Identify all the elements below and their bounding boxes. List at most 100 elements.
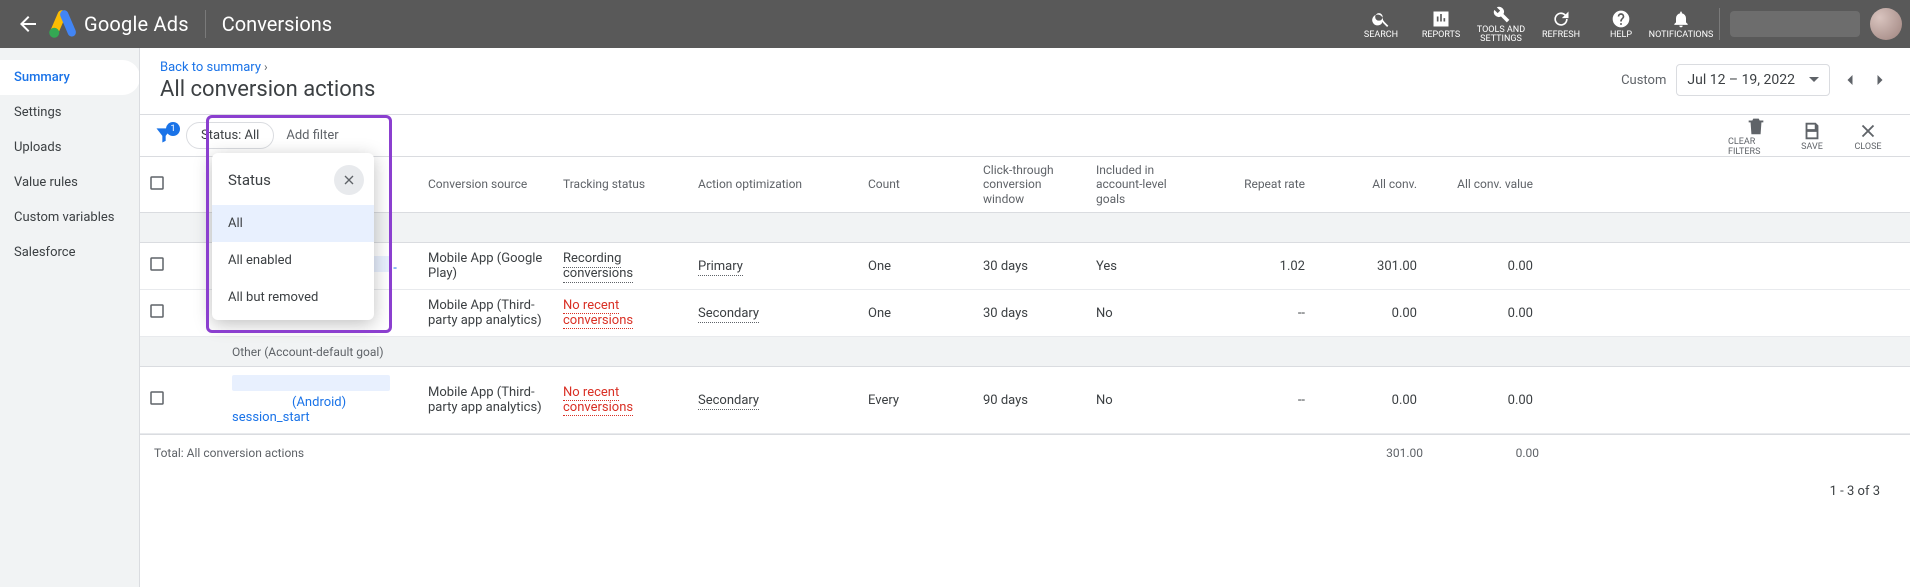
filter-funnel[interactable]: 1 [154, 125, 176, 147]
footer-allconv: 301.00 [1319, 438, 1431, 468]
cell-window: 30 days [975, 298, 1088, 329]
date-prev-icon[interactable] [1840, 70, 1860, 90]
table-row: (Android) session_start Mobile App (Thir… [140, 367, 1910, 434]
save-filter-button[interactable]: SAVE [1784, 120, 1840, 152]
google-ads-logo-icon [48, 9, 78, 39]
col-conversion-source[interactable]: Conversion source [420, 171, 555, 197]
date-range-picker[interactable]: Jul 12 – 19, 2022 [1676, 64, 1830, 96]
save-icon [1801, 120, 1823, 142]
sidebar-item-salesforce[interactable]: Salesforce [0, 235, 140, 270]
col-all-conv[interactable]: All conv. [1319, 171, 1431, 197]
table-header: Conversion source Tracking status Action… [140, 157, 1910, 213]
group-label: Other (Account-default goal) [232, 345, 384, 359]
sidebar-item-custom-variables[interactable]: Custom variables [0, 200, 140, 235]
cell-allconv: 301.00 [1319, 251, 1431, 282]
chevron-right-icon: › [264, 60, 268, 74]
dropdown-close-button[interactable] [334, 165, 364, 195]
sidebar-item-summary[interactable]: Summary [0, 60, 140, 95]
row-name-link[interactable]: - [393, 261, 397, 276]
cell-tracking[interactable]: No recent conversions [563, 298, 633, 329]
row-checkbox[interactable] [140, 381, 186, 419]
status-dropdown: Status All All enabled All but removed [212, 153, 374, 320]
table-row: Mobile App (Third-party app analytics) N… [140, 290, 1910, 337]
cell-allconvval: 0.00 [1431, 251, 1547, 282]
table-footer: Total: All conversion actions 301.00 0.0… [140, 434, 1910, 470]
cell-action[interactable]: Secondary [698, 393, 759, 410]
tool-notifications[interactable]: NOTIFICATIONS [1651, 2, 1711, 46]
wrench-icon [1491, 4, 1511, 24]
tool-refresh[interactable]: REFRESH [1531, 2, 1591, 46]
date-range-block: Custom Jul 12 – 19, 2022 [1621, 64, 1890, 96]
sidebar-item-value-rules[interactable]: Value rules [0, 165, 140, 200]
close-filter-button[interactable]: CLOSE [1840, 120, 1896, 152]
dropdown-option-all-enabled[interactable]: All enabled [212, 242, 374, 279]
pagination-label: 1 - 3 of 3 [140, 470, 1910, 513]
cell-tracking[interactable]: Recording conversions [563, 251, 633, 283]
col-included-goals[interactable]: Included in account-level goals [1088, 157, 1203, 212]
bell-icon [1671, 9, 1691, 29]
user-avatar[interactable] [1870, 8, 1902, 40]
tool-search[interactable]: SEARCH [1351, 2, 1411, 46]
cell-allconvval: 0.00 [1431, 298, 1547, 329]
app-header: Google Ads Conversions SEARCH REPORTS TO… [0, 0, 1910, 48]
col-click-window[interactable]: Click-through conversion window [975, 157, 1088, 212]
tool-reports[interactable]: REPORTS [1411, 2, 1471, 46]
back-arrow-icon[interactable] [16, 12, 40, 36]
account-block [1719, 8, 1902, 40]
brand-text: Google Ads [84, 12, 189, 36]
cell-window: 30 days [975, 251, 1088, 282]
cell-window: 90 days [975, 385, 1088, 416]
filter-count-badge: 1 [166, 122, 180, 136]
back-to-summary-link[interactable]: Back to summary [160, 60, 261, 75]
dropdown-option-all[interactable]: All [212, 205, 374, 242]
sidebar-item-uploads[interactable]: Uploads [0, 130, 140, 165]
cell-tracking[interactable]: No recent conversions [563, 385, 633, 416]
table-group-row: Other (Account-default goal) [140, 337, 1910, 367]
footer-label: Total: All conversion actions [140, 438, 420, 468]
cell-action[interactable]: Primary [698, 259, 743, 276]
tool-help[interactable]: HELP [1591, 2, 1651, 46]
header-page-name: Conversions [222, 12, 332, 36]
main-content: Back to summary› All conversion actions … [140, 48, 1910, 587]
refresh-icon [1551, 9, 1571, 29]
redacted-name[interactable] [232, 375, 390, 391]
header-divider [205, 10, 206, 38]
reports-icon [1431, 9, 1451, 29]
cell-allconv: 0.00 [1319, 298, 1431, 329]
col-all-conv-value[interactable]: All conv. value [1431, 171, 1547, 197]
cell-count: One [860, 298, 975, 329]
col-count[interactable]: Count [860, 171, 975, 197]
cell-source: Mobile App (Third-party app analytics) [420, 377, 555, 423]
dropdown-option-all-but-removed[interactable]: All but removed [212, 279, 374, 316]
cell-action[interactable]: Secondary [698, 306, 759, 323]
sidebar-item-settings[interactable]: Settings [0, 95, 140, 130]
filter-bar: 1 Status: All Add filter CLEAR FILTERS S… [140, 114, 1910, 156]
cell-count: Every [860, 385, 975, 416]
cell-included: No [1088, 385, 1203, 416]
account-name-redacted[interactable] [1730, 11, 1860, 37]
chevron-down-icon [1809, 75, 1819, 85]
side-nav: Summary Settings Uploads Value rules Cus… [0, 48, 140, 587]
search-icon [1371, 9, 1391, 29]
row-checkbox[interactable] [140, 294, 186, 332]
tool-settings[interactable]: TOOLS AND SETTINGS [1471, 2, 1531, 46]
filter-chip-status[interactable]: Status: All [186, 122, 274, 149]
select-all-checkbox[interactable] [140, 168, 186, 201]
clear-filters-button[interactable]: CLEAR FILTERS [1728, 115, 1784, 157]
cell-count: One [860, 251, 975, 282]
footer-allconvval: 0.00 [1431, 438, 1547, 468]
brand-block: Google Ads [48, 9, 189, 39]
date-custom-label: Custom [1621, 73, 1666, 88]
col-tracking-status[interactable]: Tracking status [555, 171, 690, 197]
col-repeat-rate[interactable]: Repeat rate [1203, 171, 1319, 197]
date-next-icon[interactable] [1870, 70, 1890, 90]
cell-repeat: -- [1203, 298, 1319, 329]
row-checkbox[interactable] [140, 247, 186, 285]
close-icon [1857, 120, 1879, 142]
col-action-optimization[interactable]: Action optimization [690, 171, 860, 197]
add-filter-link[interactable]: Add filter [286, 128, 338, 143]
cell-allconvval: 0.00 [1431, 385, 1547, 416]
row-name-link[interactable]: (Android) session_start [232, 395, 346, 425]
date-range-label: Jul 12 – 19, 2022 [1687, 72, 1795, 88]
cell-repeat: 1.02 [1203, 251, 1319, 282]
